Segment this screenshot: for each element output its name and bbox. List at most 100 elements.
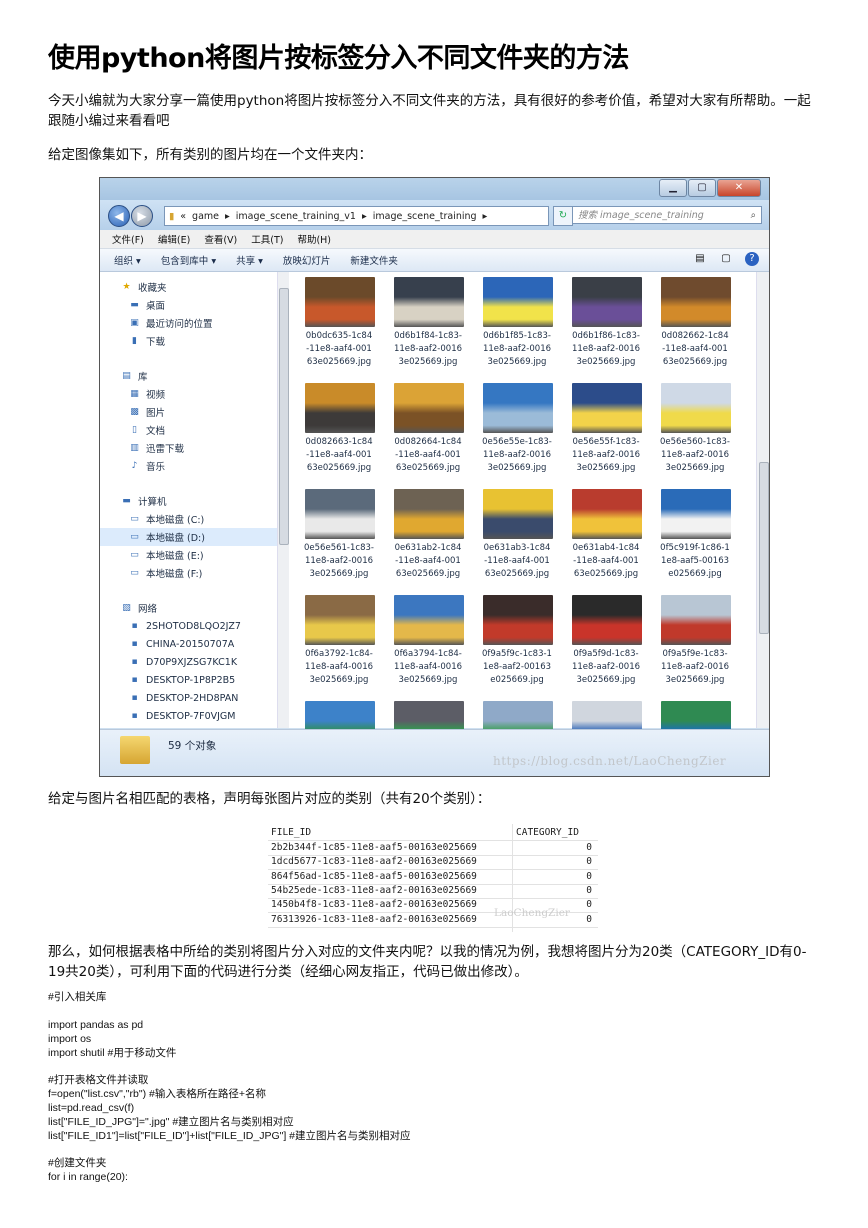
file-name-line: 63e025669.jpg (573, 569, 639, 579)
file-tile: 0f5c919f-1c86-1 1e8-aaf5-00163 e025669.jpg (651, 484, 739, 594)
file-name-line: 11e8-aaf4-0016 (393, 662, 463, 672)
file-name-line: 0f6a3794-1c84- (394, 649, 462, 659)
file-scrollbar (756, 272, 769, 728)
nav-item-label: 视频 (146, 390, 166, 401)
nav-item-label: 本地磁盘 (F:) (146, 569, 203, 580)
code-line: f=open("list.csv","rb") #输入表格所在路径+名称 (48, 1088, 266, 1100)
image-thumbnail (661, 383, 731, 433)
file-name-line: 3e025669.jpg (487, 357, 547, 367)
image-thumbnail (483, 277, 553, 327)
file-name-line: 0e631ab3-1c84 (483, 543, 551, 553)
file-name-line: -11e8-aaf4-001 (306, 450, 372, 460)
nav-item-label: D70P9XJZSG7KC1K (146, 656, 238, 668)
file-name-line: 11e8-aaf2-0016 (660, 662, 730, 672)
file-tile: 0f9a5f9c-1c83-1 1e8-aaf2-00163 e025669.jpg (473, 590, 561, 700)
file-name: 0e56e561-1c83- 11e8-aaf2-0016 3e025669.jpg (295, 542, 383, 581)
nav-item-icon: ▭ (130, 549, 139, 560)
file-name-line: 0d6b1f86-1c83- (572, 331, 640, 341)
code-line: list=pd.read_csv(f) (48, 1102, 135, 1114)
nav-item-label: DESKTOP-2HD8PAN (146, 692, 239, 704)
image-thumbnail (305, 595, 375, 645)
cell-file-id: 864f56ad-1c85-11e8-aaf5-00163e025669 (271, 870, 477, 882)
file-tile: 0e56e560-1c83- 11e8-aaf2-0016 3e025669.jpg (651, 378, 739, 488)
nav-item-icon: ♪ (131, 460, 138, 471)
nav-item-icon: ▪ (131, 692, 138, 703)
code-line: list["FILE_ID1"]=list["FILE_ID"]+list["F… (48, 1130, 411, 1142)
csv-table-image: FILE_ID CATEGORY_ID 2b2b344f-1c85-11e8-a… (268, 824, 598, 932)
file-name: 0f9a5f9e-1c83- 11e8-aaf2-0016 3e025669.jpg (651, 648, 739, 687)
back-icon: ◀ (108, 205, 130, 227)
nav-item: ▭ 本地磁盘 (F:) (100, 564, 277, 582)
forward-icon: ▶ (131, 205, 153, 227)
nav-item-icon: ▬ (122, 495, 131, 506)
file-name-line: 1e8-aaf2-00163 (482, 662, 552, 672)
header-category-id: CATEGORY_ID (516, 827, 579, 838)
include-library-button: 包含到库中 ▾ (160, 256, 217, 267)
view-options-icon: ▤ (695, 253, 705, 264)
header-file-id: FILE_ID (271, 827, 312, 838)
code-line: import os (48, 1033, 92, 1045)
file-name-line: 63e025669.jpg (662, 357, 728, 367)
cell-file-id: 54b25ede-1c83-11e8-aaf2-00163e025669 (271, 884, 477, 896)
watermark: https://blog.csdn.net/LaoChengZier (493, 754, 727, 768)
nav-scrollbar (277, 272, 289, 728)
nav-item-icon: ▪ (131, 674, 138, 685)
file-name-line: 11e8-aaf2-0016 (482, 450, 552, 460)
cell-category-id: 0 (586, 856, 592, 868)
nav-item: ▯ 文档 (100, 421, 277, 439)
slideshow-button: 放映幻灯片 (282, 256, 331, 267)
file-name: 0e56e55f-1c83- 11e8-aaf2-0016 3e025669.jpg (562, 436, 650, 475)
nav-item-label: 本地磁盘 (D:) (146, 533, 205, 544)
file-name-line: 11e8-aaf2-0016 (571, 662, 641, 672)
minimize-icon: ▁ (659, 179, 687, 197)
file-name-line: 63e025669.jpg (306, 463, 372, 473)
file-name-line: 3e025669.jpg (309, 675, 369, 685)
cell-category-id: 0 (586, 884, 592, 896)
table-row: 2b2b344f-1c85-11e8-aaf5-00163e025669 0 (268, 841, 598, 856)
image-thumbnail (483, 489, 553, 539)
file-name: 0d082662-1c84 -11e8-aaf4-001 63e025669.jpg (651, 330, 739, 369)
file-name-line: -11e8-aaf4-001 (662, 344, 728, 354)
nav-item-icon: ▬ (130, 299, 139, 310)
nav-item: ▥ 迅雷下载 (100, 439, 277, 457)
file-name: 0d6b1f85-1c83- 11e8-aaf2-0016 3e025669.jpg (473, 330, 561, 369)
file-name-line: 63e025669.jpg (484, 569, 550, 579)
cell-file-id: 76313926-1c83-11e8-aaf2-00163e025669 (271, 913, 477, 925)
table-watermark: LaoChengZier (494, 907, 570, 919)
file-tile: 0d082664-1c84 -11e8-aaf4-001 63e025669.jpg (384, 378, 472, 488)
file-name-line: 11e8-aaf2-0016 (571, 344, 641, 354)
folder-icon: ▮ (169, 210, 175, 222)
cell-file-id: 1450b4f8-1c83-11e8-aaf2-00163e025669 (271, 899, 477, 911)
nav-item: ▮ 下载 (100, 332, 277, 350)
file-tile: 0f9a5f9e-1c83- 11e8-aaf2-0016 3e025669.jpg (651, 590, 739, 700)
image-thumbnail (572, 595, 642, 645)
file-name: 0d082664-1c84 -11e8-aaf4-001 63e025669.jpg (384, 436, 472, 475)
menu-file: 文件(F) (112, 235, 144, 246)
image-thumbnail (394, 595, 464, 645)
nav-item-icon: ▧ (122, 602, 131, 613)
cell-category-id: 0 (586, 870, 592, 882)
file-name-line: 3e025669.jpg (576, 675, 636, 685)
file-name-line: 0f9a5f9c-1c83-1 (482, 649, 552, 659)
address-path: ▮ « game ▸ image_scene_training_v1 ▸ ima… (164, 206, 549, 226)
nav-item-label: 库 (138, 372, 148, 383)
file-name-line: 0d082662-1c84 (661, 331, 729, 341)
image-thumbnail (483, 383, 553, 433)
nav-item-icon: ▭ (130, 513, 139, 524)
nav-item-icon: ▣ (130, 317, 139, 328)
organize-button: 组织 ▾ (114, 256, 141, 267)
file-name-line: 3e025669.jpg (309, 569, 369, 579)
nav-item-icon: ▯ (132, 424, 137, 435)
code-line: for i in range(20): (48, 1171, 128, 1183)
nav-item-label: 下载 (146, 337, 166, 348)
cell-file-id: 2b2b344f-1c85-11e8-aaf5-00163e025669 (271, 842, 477, 853)
file-name-line: 0b0dc635-1c84 (305, 331, 373, 341)
file-name-line: 3e025669.jpg (398, 357, 458, 367)
file-name: 0e631ab3-1c84 -11e8-aaf4-001 63e025669.jpg (473, 542, 561, 581)
nav-item-label: DESKTOP-7F0VJGM (146, 710, 236, 722)
file-name-line: 0e56e561-1c83- (304, 543, 374, 553)
image-thumbnail (572, 277, 642, 327)
image-thumbnail (572, 383, 642, 433)
code-comment: #引入相关库 (48, 991, 107, 1003)
file-name-line: 3e025669.jpg (665, 463, 725, 473)
